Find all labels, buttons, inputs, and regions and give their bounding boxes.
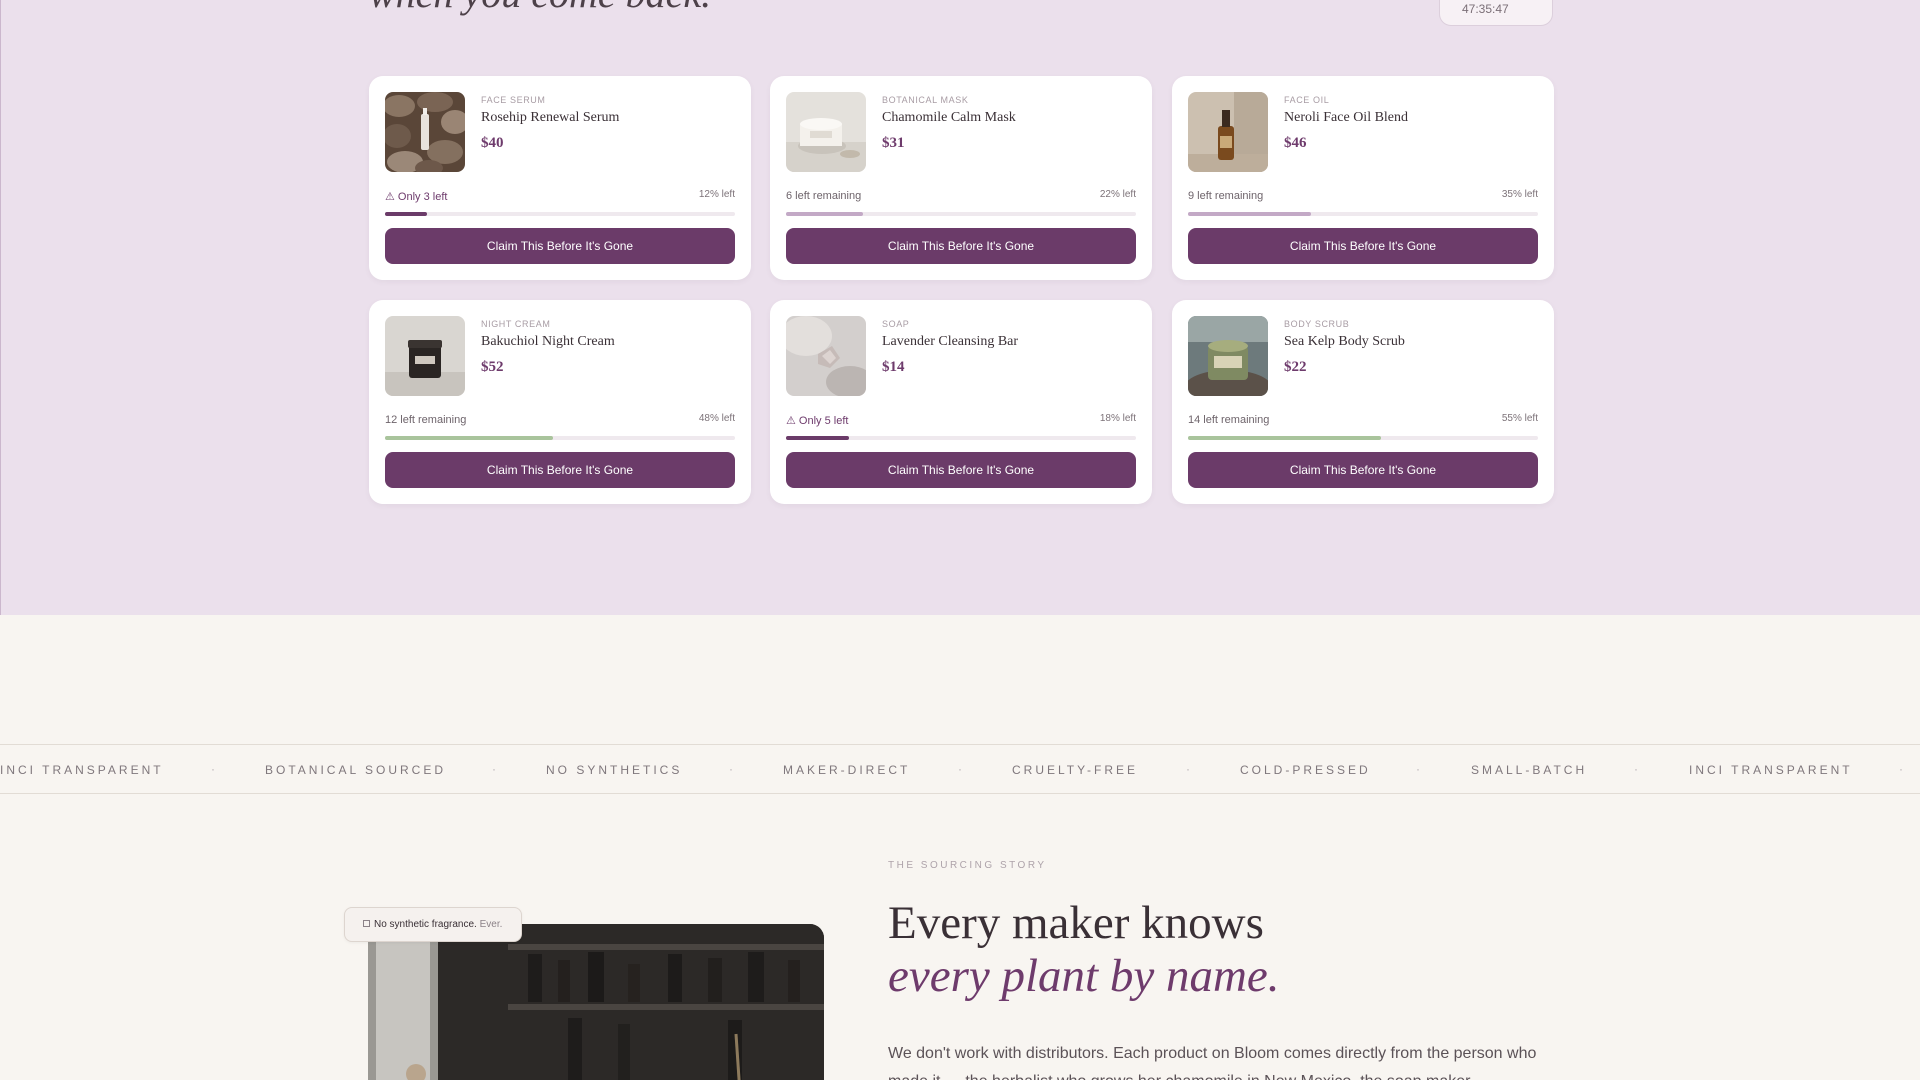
stock-percent: 12% left xyxy=(698,189,735,200)
product-category: FACE OIL xyxy=(1284,95,1330,105)
marquee-item: INCI TRANSPARENT xyxy=(0,763,164,777)
product-card: NIGHT CREAM Bakuchiol Night Cream $52 12… xyxy=(369,300,751,504)
product-price: $14 xyxy=(882,359,905,375)
marquee-separator: · xyxy=(211,762,215,776)
stock-progress-bar xyxy=(385,436,735,440)
product-price: $22 xyxy=(1284,359,1307,375)
product-price: $40 xyxy=(481,135,504,151)
stock-progress-fill xyxy=(786,436,849,440)
marquee-item: NO SYNTHETICS xyxy=(546,763,683,777)
product-name[interactable]: Rosehip Renewal Serum xyxy=(481,110,619,126)
stock-percent: 48% left xyxy=(698,413,735,424)
maker-workshop-photo xyxy=(368,924,824,1080)
marquee-item: BOTANICAL SOURCED xyxy=(265,763,447,777)
stock-status: ⚠ Only 3 left xyxy=(385,191,448,203)
badge-text: No synthetic fragrance. xyxy=(374,919,477,930)
claim-button[interactable]: Claim This Before It's Gone xyxy=(786,452,1136,488)
product-image[interactable] xyxy=(385,92,465,172)
countdown-value: 47:35:47 xyxy=(1462,2,1509,16)
story-heading-accent: every plant by name. xyxy=(888,950,1280,1002)
countdown-timer: 47:35:47 xyxy=(1439,0,1553,26)
stock-progress-bar xyxy=(1188,436,1538,440)
values-marquee: INCI TRANSPARENT · BOTANICAL SOURCED · N… xyxy=(0,744,1920,794)
product-category: NIGHT CREAM xyxy=(481,319,551,329)
product-name[interactable]: Bakuchiol Night Cream xyxy=(481,334,615,350)
stock-progress-bar xyxy=(385,212,735,216)
stock-progress-fill xyxy=(385,212,427,216)
product-card: BOTANICAL MASK Chamomile Calm Mask $31 6… xyxy=(770,76,1152,280)
product-name[interactable]: Lavender Cleansing Bar xyxy=(882,334,1018,350)
product-image[interactable] xyxy=(786,316,866,396)
marquee-item: CRUELTY-FREE xyxy=(1012,763,1139,777)
stock-progress-fill xyxy=(1188,436,1381,440)
stock-status: 12 left remaining xyxy=(385,414,467,426)
story-heading: Every maker knows xyxy=(888,897,1264,949)
stock-progress-fill xyxy=(786,212,863,216)
claim-button[interactable]: Claim This Before It's Gone xyxy=(385,228,735,264)
marquee-item: INCI TRANSPARENT xyxy=(1689,763,1853,777)
marquee-item: COLD-PRESSED xyxy=(1240,763,1371,777)
product-image[interactable] xyxy=(786,92,866,172)
product-image[interactable] xyxy=(1188,92,1268,172)
marquee-separator: · xyxy=(729,762,733,776)
product-image[interactable] xyxy=(1188,316,1268,396)
stock-status: 6 left remaining xyxy=(786,190,862,202)
section-eyebrow: THE SOURCING STORY xyxy=(888,860,1047,871)
product-card: SOAP Lavender Cleansing Bar $14 ⚠ Only 5… xyxy=(770,300,1152,504)
stock-percent: 18% left xyxy=(1099,413,1136,424)
checkbox-icon xyxy=(363,920,370,927)
stock-status: 9 left remaining xyxy=(1188,190,1264,202)
stock-status: 14 left remaining xyxy=(1188,414,1270,426)
product-category: FACE SERUM xyxy=(481,95,546,105)
stock-progress-fill xyxy=(385,436,553,440)
claim-button[interactable]: Claim This Before It's Gone xyxy=(786,228,1136,264)
marquee-separator: · xyxy=(1899,762,1903,776)
stock-progress-bar xyxy=(786,436,1136,440)
marquee-separator: · xyxy=(492,762,496,776)
claim-button[interactable]: Claim This Before It's Gone xyxy=(1188,228,1538,264)
stock-percent: 55% left xyxy=(1501,413,1538,424)
badge-suffix: Ever. xyxy=(479,919,503,930)
marquee-separator: · xyxy=(1634,762,1638,776)
product-card: FACE SERUM Rosehip Renewal Serum $40 ⚠ O… xyxy=(369,76,751,280)
marquee-item: MAKER-DIRECT xyxy=(783,763,911,777)
product-category: BODY SCRUB xyxy=(1284,319,1350,329)
stock-progress-bar xyxy=(1188,212,1538,216)
stock-percent: 22% left xyxy=(1099,189,1136,200)
no-synthetic-badge: No synthetic fragrance. Ever. xyxy=(344,907,522,942)
product-name[interactable]: Neroli Face Oil Blend xyxy=(1284,110,1408,126)
stock-status: ⚠ Only 5 left xyxy=(786,415,849,427)
product-category: BOTANICAL MASK xyxy=(882,95,969,105)
product-price: $52 xyxy=(481,359,504,375)
product-card: BODY SCRUB Sea Kelp Body Scrub $22 14 le… xyxy=(1172,300,1554,504)
stock-percent: 35% left xyxy=(1501,189,1538,200)
stock-progress-fill xyxy=(1188,212,1311,216)
claim-button[interactable]: Claim This Before It's Gone xyxy=(385,452,735,488)
stock-progress-bar xyxy=(786,212,1136,216)
marquee-item: SMALL-BATCH xyxy=(1471,763,1588,777)
marquee-separator: · xyxy=(1416,762,1420,776)
product-image[interactable] xyxy=(385,316,465,396)
product-price: $46 xyxy=(1284,135,1307,151)
story-body: We don't work with distributors. Each pr… xyxy=(888,1045,1537,1080)
claim-button[interactable]: Claim This Before It's Gone xyxy=(1188,452,1538,488)
product-name[interactable]: Chamomile Calm Mask xyxy=(882,110,1016,126)
section-title: when you come back. xyxy=(369,0,711,17)
product-category: SOAP xyxy=(882,319,910,329)
flash-sale-section: when you come back. 47:35:47 FACE SERUM … xyxy=(0,0,1920,615)
product-card: FACE OIL Neroli Face Oil Blend $46 9 lef… xyxy=(1172,76,1554,280)
marquee-separator: · xyxy=(958,762,962,776)
marquee-separator: · xyxy=(1186,762,1190,776)
product-name[interactable]: Sea Kelp Body Scrub xyxy=(1284,334,1405,350)
product-price: $31 xyxy=(882,135,905,151)
